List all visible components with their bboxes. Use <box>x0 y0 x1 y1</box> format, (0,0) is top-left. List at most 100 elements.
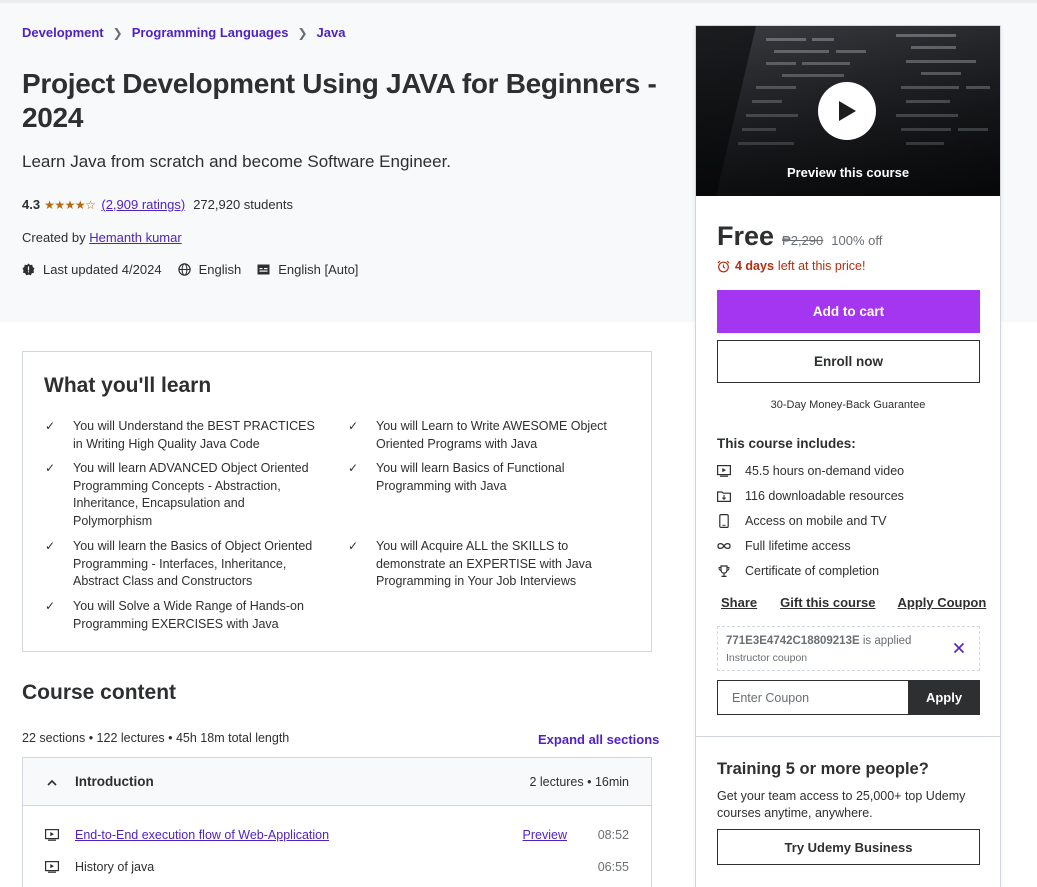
price-row: Free ₱2,290 100% off <box>717 221 882 252</box>
video-icon <box>717 465 731 477</box>
lecture-item: History of java 06:55 <box>23 857 651 877</box>
course-subtitle: Learn Java from scratch and become Softw… <box>22 152 452 171</box>
play-icon <box>839 101 856 121</box>
video-icon <box>45 861 59 873</box>
gift-course-button[interactable]: Gift this course <box>780 595 875 610</box>
breadcrumb-java[interactable]: Java <box>317 25 346 40</box>
include-text: 116 downloadable resources <box>745 489 904 503</box>
last-updated-text: Last updated 4/2024 <box>43 262 162 277</box>
add-to-cart-button[interactable]: Add to cart <box>717 290 980 333</box>
ratings-count-link[interactable]: (2,909 ratings) <box>101 197 185 212</box>
section-header-introduction[interactable]: Introduction 2 lectures • 16min <box>22 757 652 806</box>
lecture-item: End-to-End execution flow of Web-Applica… <box>23 825 651 845</box>
expand-all-sections-button[interactable]: Expand all sections <box>538 732 659 747</box>
chevron-up-icon <box>47 775 61 789</box>
learn-item: ✓ You will learn Basics of Functional Pr… <box>348 460 613 495</box>
star-rating-icon: ★★★★☆ <box>44 197 96 212</box>
purchase-sidebar: Preview this course Free ₱2,290 100% off… <box>695 25 1001 887</box>
check-icon: ✓ <box>45 599 56 613</box>
learn-title: What you'll learn <box>44 374 212 397</box>
check-icon: ✓ <box>348 461 359 475</box>
training-description: Get your team access to 25,000+ top Udem… <box>717 789 966 820</box>
breadcrumb: Development ❯ Programming Languages ❯ Ja… <box>22 25 345 40</box>
check-icon: ✓ <box>45 539 56 553</box>
chevron-right-icon: ❯ <box>112 25 123 40</box>
course-content-summary: 22 sections • 122 lectures • 45h 18m tot… <box>22 731 290 745</box>
learn-item: ✓ You will Learn to Write AWESOME Object… <box>348 418 633 453</box>
training-title: Training 5 or more people? <box>717 760 929 778</box>
closed-captions-icon <box>257 263 270 276</box>
chevron-right-icon: ❯ <box>297 25 308 40</box>
lecture-duration: 08:52 <box>597 828 629 842</box>
learn-item-text: You will Learn to Write AWESOME Object O… <box>376 419 607 451</box>
days-left-count: 4 days <box>735 259 774 273</box>
alert-badge-icon <box>22 263 35 276</box>
coupon-input[interactable] <box>717 680 909 715</box>
course-title: Project Development Using JAVA for Begin… <box>22 68 657 133</box>
learn-item: ✓ You will learn the Basics of Object Or… <box>45 538 325 591</box>
learn-item-text: You will Solve a Wide Range of Hands-on … <box>73 599 304 631</box>
lecture-title: History of java <box>75 860 155 874</box>
language: English <box>177 262 242 277</box>
coupon-code: 771E3E4742C18809213E <box>726 635 860 647</box>
breadcrumb-programming-languages[interactable]: Programming Languages <box>132 25 289 40</box>
coupon-code-line: 771E3E4742C18809213E is applied <box>726 635 911 647</box>
video-icon <box>45 829 59 841</box>
current-price: Free <box>717 221 775 251</box>
created-by-label: Created by <box>22 230 86 245</box>
what-you-learn-box: What you'll learn ✓ You will Understand … <box>22 351 652 652</box>
lecture-duration: 06:55 <box>597 860 629 874</box>
learn-item-text: You will learn the Basics of Object Orie… <box>73 539 313 588</box>
remove-coupon-close-icon[interactable] <box>953 639 965 659</box>
include-text: Access on mobile and TV <box>745 514 887 528</box>
lecture-list: End-to-End execution flow of Web-Applica… <box>22 806 652 887</box>
apply-coupon-button[interactable]: Apply Coupon <box>898 595 987 610</box>
learn-item-text: You will Understand the BEST PRACTICES i… <box>73 419 315 451</box>
sidebar-divider <box>696 736 1000 737</box>
coupon-applied-text: is applied <box>862 635 912 647</box>
include-item: Access on mobile and TV <box>717 514 887 528</box>
includes-title: This course includes: <box>717 436 856 451</box>
applied-coupon: 771E3E4742C18809213E is applied Instruct… <box>717 626 980 671</box>
coupon-type: Instructor coupon <box>726 652 808 664</box>
lecture-preview-link[interactable]: Preview <box>523 828 567 842</box>
instructor-link[interactable]: Hemanth kumar <box>89 230 181 245</box>
course-meta: Last updated 4/2024 English English [Aut… <box>22 262 374 277</box>
course-preview-video[interactable]: Preview this course <box>696 26 1000 196</box>
learn-item: ✓ You will Understand the BEST PRACTICES… <box>45 418 325 453</box>
students-count: 272,920 students <box>193 197 293 212</box>
money-back-guarantee: 30-Day Money-Back Guarantee <box>770 399 926 411</box>
include-text: Full lifetime access <box>745 539 851 553</box>
globe-icon <box>177 263 191 276</box>
language-text: English <box>198 262 242 277</box>
alarm-clock-icon <box>717 260 730 273</box>
rating-value: 4.3 <box>22 197 41 212</box>
infinity-icon <box>717 542 731 550</box>
include-item: 45.5 hours on-demand video <box>717 464 904 478</box>
breadcrumb-development[interactable]: Development <box>22 25 104 40</box>
created-by: Created by Hemanth kumar <box>22 230 182 245</box>
course-content-title: Course content <box>22 681 177 704</box>
lecture-title-link[interactable]: End-to-End execution flow of Web-Applica… <box>75 828 523 842</box>
check-icon: ✓ <box>348 539 359 553</box>
days-left-notice: 4 days left at this price! <box>717 259 865 273</box>
trophy-icon <box>717 564 731 578</box>
days-left-text: left at this price! <box>777 259 866 273</box>
play-button[interactable] <box>818 82 876 140</box>
enroll-now-button[interactable]: Enroll now <box>717 340 980 383</box>
section-meta: 2 lectures • 16min <box>529 774 629 789</box>
learn-item-text: You will Acquire ALL the SKILLS to demon… <box>376 539 592 588</box>
include-item: Full lifetime access <box>717 539 851 553</box>
check-icon: ✓ <box>45 419 56 433</box>
original-price: ₱2,290 <box>782 233 824 248</box>
captions-text: English [Auto] <box>278 262 359 277</box>
captions: English [Auto] <box>257 262 358 277</box>
learn-item-text: You will learn Basics of Functional Prog… <box>376 461 565 493</box>
share-button[interactable]: Share <box>721 595 757 610</box>
apply-button[interactable]: Apply <box>908 680 980 715</box>
check-icon: ✓ <box>348 419 359 433</box>
include-item: 116 downloadable resources <box>717 489 904 503</box>
last-updated: Last updated 4/2024 <box>22 262 162 277</box>
try-udemy-business-button[interactable]: Try Udemy Business <box>717 829 980 865</box>
preview-label: Preview this course <box>786 165 910 180</box>
